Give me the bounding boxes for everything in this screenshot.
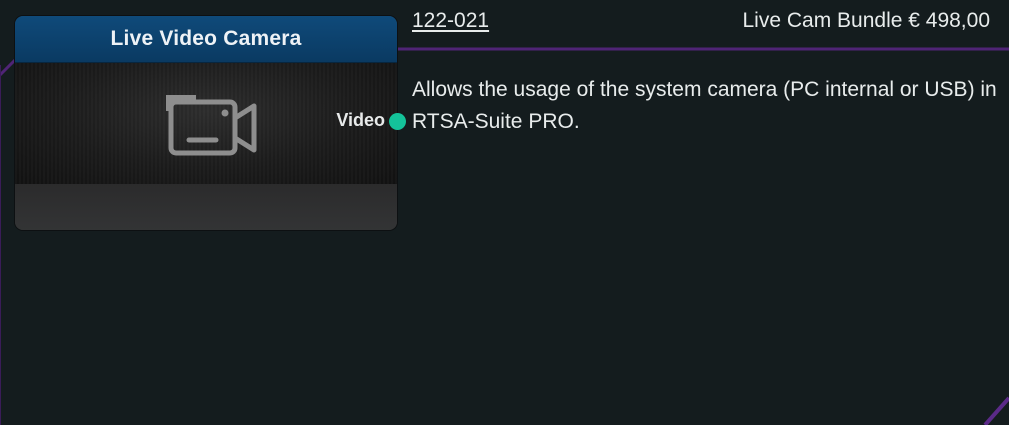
product-description: Allows the usage of the system camera (P… <box>412 78 997 133</box>
video-camera-icon <box>166 95 257 156</box>
video-output-port[interactable] <box>389 113 406 130</box>
block-footer <box>15 184 397 230</box>
article-number-link[interactable]: 122-021 <box>412 9 489 33</box>
block-header: Live Video Camera <box>15 16 397 63</box>
video-port-label: Video <box>336 110 385 130</box>
block-title: Live Video Camera <box>110 27 302 50</box>
bundle-price: Live Cam Bundle € 498,00 <box>742 9 991 32</box>
